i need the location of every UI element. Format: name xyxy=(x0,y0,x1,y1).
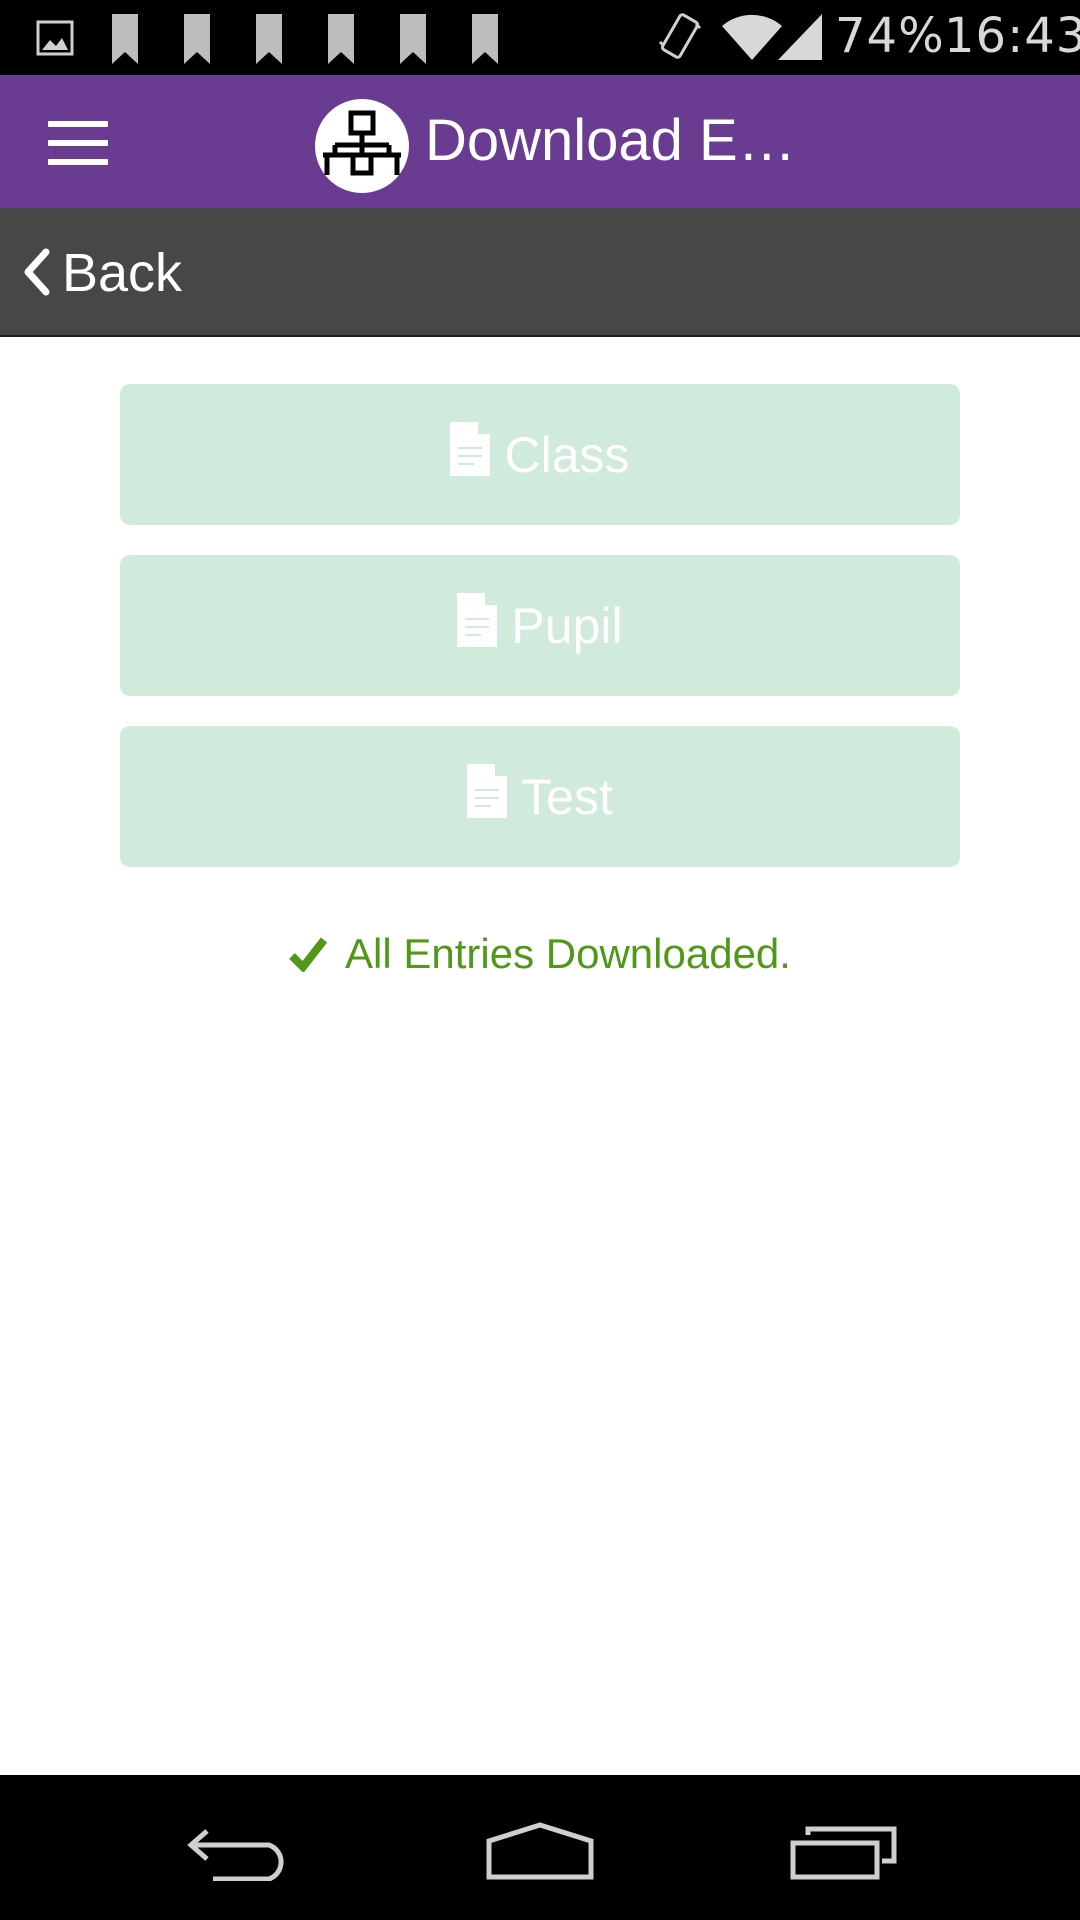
home-nav-icon[interactable] xyxy=(485,1821,595,1886)
hamburger-icon[interactable] xyxy=(48,121,108,165)
network-hierarchy-icon xyxy=(315,99,409,193)
page-title: Download E… xyxy=(425,108,796,173)
gallery-icon xyxy=(36,20,74,61)
status-bar: 74% 16:43 xyxy=(0,0,1080,75)
document-icon xyxy=(467,763,508,830)
bookmark-icon xyxy=(472,14,498,69)
download-pupil-button[interactable]: Pupil xyxy=(120,555,960,696)
document-icon xyxy=(450,421,491,488)
chevron-left-icon[interactable] xyxy=(22,248,52,301)
recents-nav-icon[interactable] xyxy=(790,1825,900,1886)
wifi-icon xyxy=(722,14,782,65)
bookmark-icon xyxy=(184,14,210,69)
app-bar: Download E… xyxy=(0,75,1080,208)
bookmark-icon xyxy=(112,14,138,69)
checkmark-icon xyxy=(289,934,328,982)
download-class-button[interactable]: Class xyxy=(120,384,960,525)
download-pupil-label: Pupil xyxy=(511,597,623,654)
system-nav-bar xyxy=(0,1775,1080,1920)
bookmark-icon xyxy=(328,14,354,69)
download-status: All Entries Downloaded. xyxy=(0,930,1080,982)
document-icon xyxy=(457,592,498,659)
signal-icon xyxy=(778,14,822,65)
download-class-label: Class xyxy=(504,426,630,483)
bookmark-icon xyxy=(400,14,426,69)
status-message: All Entries Downloaded. xyxy=(345,930,791,977)
bookmark-icon xyxy=(256,14,282,69)
download-test-label: Test xyxy=(521,768,613,825)
back-button[interactable]: Back xyxy=(62,242,182,304)
download-test-button[interactable]: Test xyxy=(120,726,960,867)
back-nav-icon[interactable] xyxy=(185,1825,291,1886)
vibrate-icon xyxy=(656,12,704,67)
back-bar[interactable]: Back xyxy=(0,208,1080,337)
battery-percentage: 74% xyxy=(835,8,945,64)
clock: 16:43 xyxy=(944,8,1080,64)
